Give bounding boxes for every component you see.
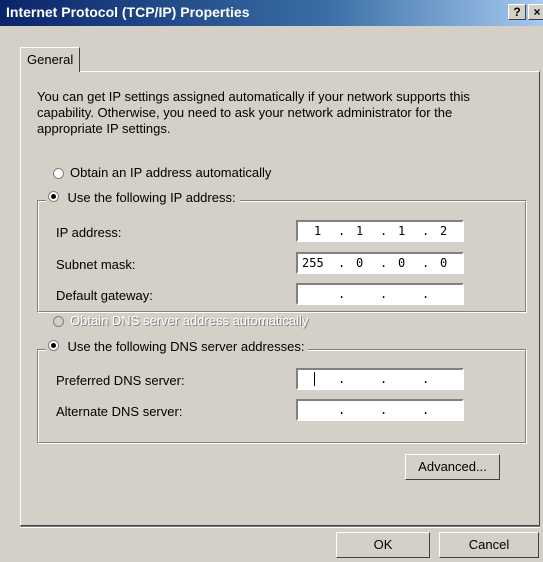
obtain-dns-auto-label: Obtain DNS server address automatically <box>70 313 309 328</box>
title-bar: Internet Protocol (TCP/IP) Properties ? … <box>0 0 543 26</box>
obtain-dns-auto-radio[interactable] <box>53 316 64 327</box>
text-cursor <box>314 372 315 386</box>
dialog-body: General You can get IP settings assigned… <box>0 26 543 562</box>
use-following-ip-label: Use the following IP address: <box>67 190 236 205</box>
default-gateway-field[interactable]: . . . <box>296 283 464 305</box>
preferred-dns-field[interactable]: . . . <box>296 368 464 390</box>
use-following-ip-radio[interactable] <box>48 191 59 203</box>
use-following-dns-legend: Use the following DNS server addresses: <box>46 338 309 356</box>
advanced-button[interactable]: Advanced... <box>405 454 500 480</box>
use-following-dns-radio[interactable] <box>48 340 59 352</box>
dns-group-box <box>37 349 527 444</box>
alternate-dns-field[interactable]: . . . <box>296 399 464 421</box>
subnet-mask-field[interactable]: 255 . 0 . 0 . 0 <box>296 252 464 274</box>
default-gateway-label: Default gateway: <box>56 288 153 303</box>
subnet-mask-label: Subnet mask: <box>56 257 136 272</box>
ok-button[interactable]: OK <box>336 532 430 558</box>
use-following-ip-legend: Use the following IP address: <box>46 189 240 207</box>
alternate-dns-label: Alternate DNS server: <box>56 404 183 419</box>
help-button[interactable]: ? <box>508 4 526 20</box>
separator <box>20 526 540 528</box>
preferred-dns-label: Preferred DNS server: <box>56 373 185 388</box>
close-button[interactable]: × <box>528 4 543 20</box>
use-following-dns-label: Use the following DNS server addresses: <box>67 339 305 354</box>
cancel-button[interactable]: Cancel <box>439 532 539 558</box>
ip-address-label: IP address: <box>56 225 122 240</box>
obtain-ip-auto-label: Obtain an IP address automatically <box>70 165 272 180</box>
window-title: Internet Protocol (TCP/IP) Properties <box>6 4 250 20</box>
obtain-ip-auto-radio[interactable] <box>53 168 64 179</box>
tab-general[interactable]: General <box>20 47 81 72</box>
ip-address-field[interactable]: 1 . 1 . 1 . 2 <box>296 220 464 242</box>
intro-text: You can get IP settings assigned automat… <box>37 89 470 136</box>
